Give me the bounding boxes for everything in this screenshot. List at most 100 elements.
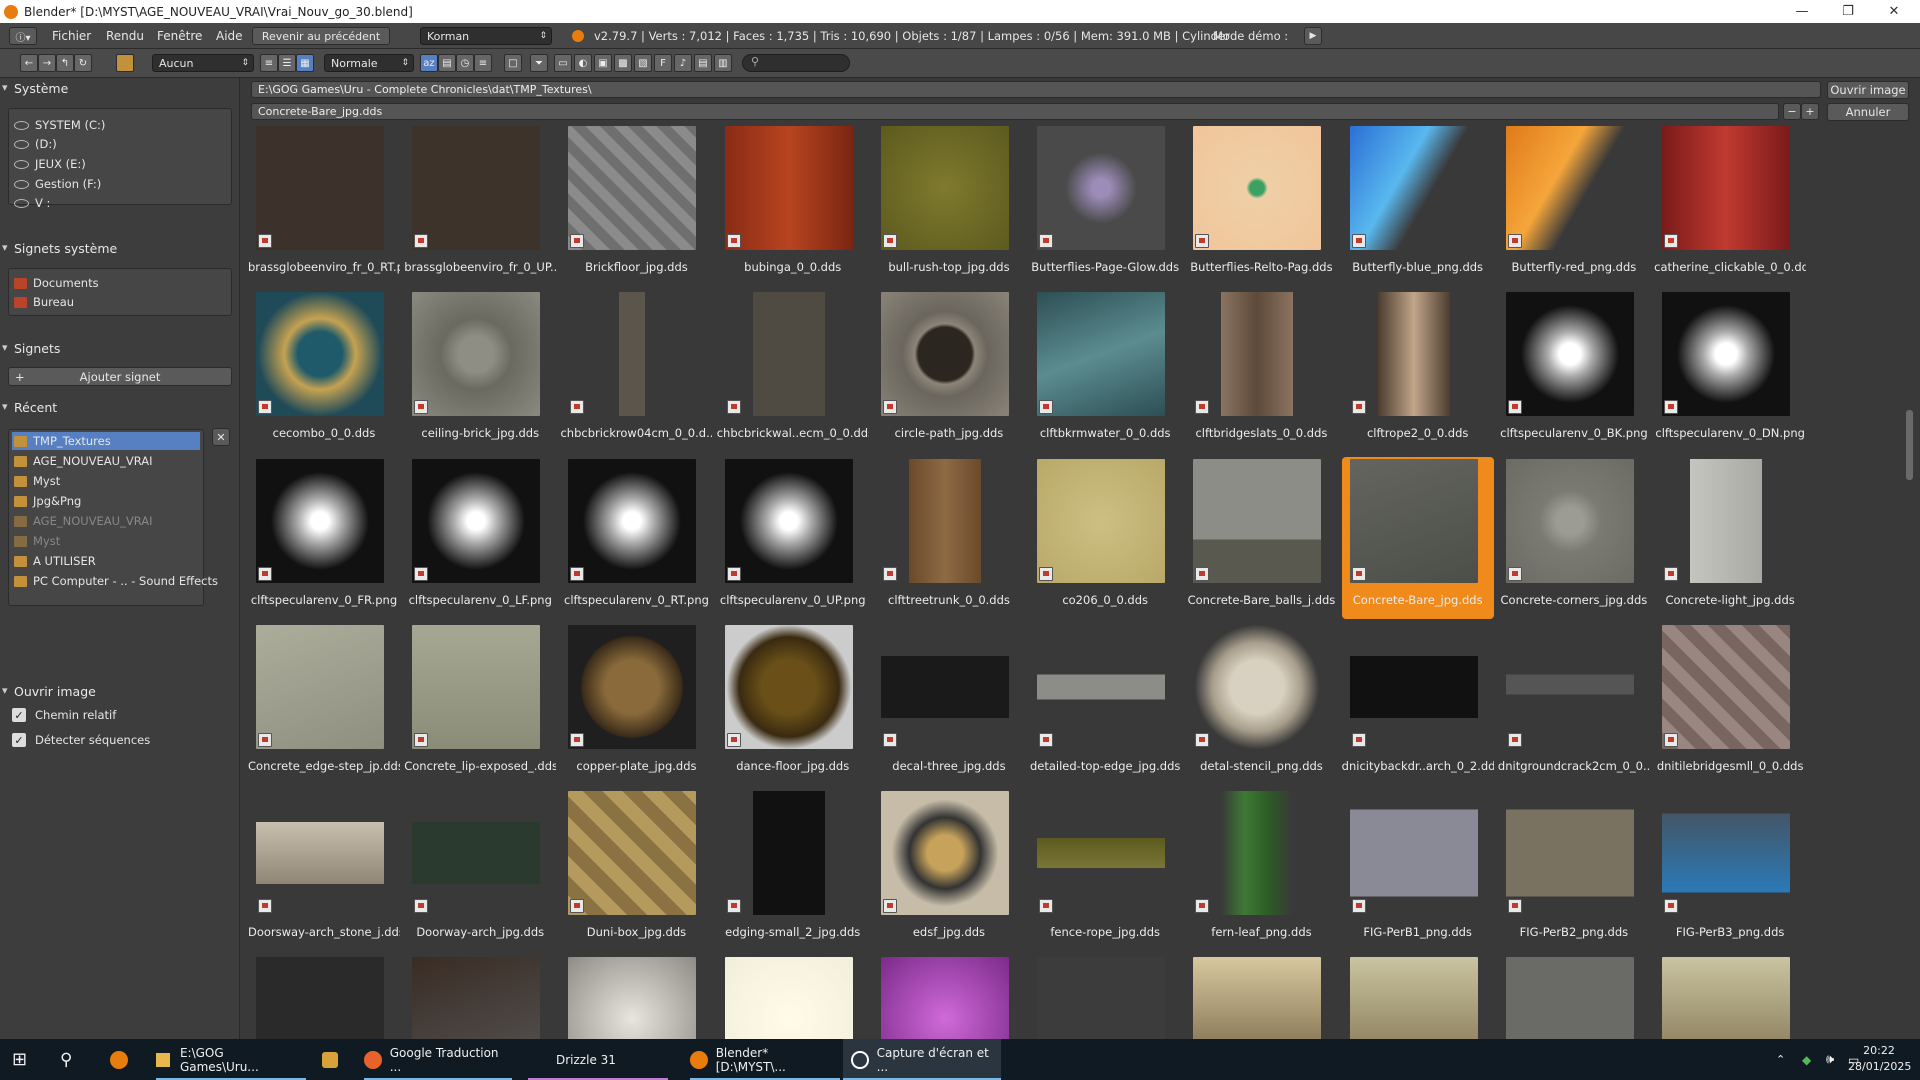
file-thumbnail[interactable]: FIG-PerB1_png.dds [1342, 789, 1494, 951]
relative-path-checkbox[interactable]: ✓ Chemin relatif [12, 706, 116, 724]
recursion-select[interactable]: Aucun ⇕ [152, 54, 254, 72]
file-thumbnail[interactable] [248, 955, 400, 1039]
grid-scrollbar[interactable] [1906, 410, 1913, 480]
file-thumbnail[interactable]: clftbridgeslats_0_0.dds [1185, 290, 1337, 452]
file-thumbnail[interactable]: clftspecularenv_0_FR.png [248, 457, 400, 619]
bookmarks-header[interactable]: Signets [2, 341, 60, 356]
cancel-button[interactable]: Annuler [1827, 103, 1909, 121]
filter-blend-icon[interactable]: ◐ [574, 54, 592, 72]
file-thumbnail[interactable]: clftspecularenv_0_LF.png [404, 457, 556, 619]
file-thumbnail[interactable]: dnitgroundcrack2cm_0_0... [1498, 623, 1650, 785]
system-panel-header[interactable]: Système [2, 81, 68, 96]
file-thumbnail[interactable]: Brickfloor_jpg.dds [560, 124, 712, 286]
volume-icon[interactable]: 🕪 [1826, 1039, 1834, 1080]
back-to-previous-button[interactable]: Revenir au précédent [252, 27, 390, 45]
recent-item[interactable]: PC Computer - .. - Sound Effects [14, 572, 218, 590]
file-thumbnail[interactable]: detailed-top-edge_jpg.dds [1029, 623, 1181, 785]
file-thumbnail[interactable]: Butterflies-Page-Glow.dds [1029, 124, 1181, 286]
forward-arrow-icon[interactable]: → [38, 54, 56, 72]
file-thumbnail[interactable]: bubinga_0_0.dds [717, 124, 869, 286]
file-thumbnail[interactable]: Doorsway-arch_stone_j.dds [248, 789, 400, 951]
file-thumbnail[interactable]: clftbkrmwater_0_0.dds [1029, 290, 1181, 452]
decrement-button[interactable]: − [1783, 103, 1801, 120]
refresh-icon[interactable]: ↻ [74, 54, 92, 72]
increment-button[interactable]: + [1801, 103, 1819, 120]
parent-dir-icon[interactable]: ↰ [56, 54, 74, 72]
file-thumbnail[interactable]: Concrete-light_jpg.dds [1654, 457, 1806, 619]
file-thumbnail[interactable] [560, 955, 712, 1039]
thumbnails-icon[interactable]: ▦ [296, 54, 314, 72]
open-image-button[interactable]: Ouvrir image [1827, 81, 1909, 99]
file-thumbnail[interactable]: dnicitybackdr..arch_0_2.dds [1342, 623, 1494, 785]
file-thumbnail[interactable] [404, 955, 556, 1039]
filter-script-icon[interactable]: ▧ [634, 54, 652, 72]
recent-item[interactable]: Myst [14, 472, 60, 490]
file-thumbnail[interactable]: Concrete_edge-step_jp.dds [248, 623, 400, 785]
file-thumbnail[interactable]: brassglobeenviro_fr_0_UP... [404, 124, 556, 286]
file-thumbnail[interactable]: Duni-box_jpg.dds [560, 789, 712, 951]
play-icon[interactable]: ▶ [1304, 27, 1322, 45]
minimize-button[interactable]: — [1779, 0, 1825, 23]
file-thumbnail[interactable]: FIG-PerB3_png.dds [1654, 789, 1806, 951]
file-thumbnail[interactable]: detal-stencil_png.dds [1185, 623, 1337, 785]
menu-rendu[interactable]: Rendu [106, 29, 144, 43]
file-thumbnail[interactable]: circle-path_jpg.dds [873, 290, 1025, 452]
taskbar-capture[interactable]: Capture d'écran et ... [843, 1039, 1001, 1080]
close-button[interactable]: ✕ [1871, 0, 1917, 23]
scene-select[interactable]: Korman ⇕ [420, 27, 552, 45]
recent-item[interactable]: Jpg&Png [14, 492, 81, 510]
file-thumbnail[interactable]: ceiling-brick_jpg.dds [404, 290, 556, 452]
search-icon[interactable]: ⚲ [60, 1039, 72, 1080]
file-thumbnail[interactable] [1654, 955, 1806, 1039]
sort-size-icon[interactable]: ≡ [474, 54, 492, 72]
hide-dot-icon[interactable]: □ [504, 54, 522, 72]
file-thumbnail[interactable]: fence-rope_jpg.dds [1029, 789, 1181, 951]
file-thumbnail[interactable] [1342, 955, 1494, 1039]
filter-text-icon[interactable]: ▤ [694, 54, 712, 72]
thumbnail-size-select[interactable]: Normale ⇕ [324, 54, 414, 72]
filter-image-icon[interactable]: ▣ [594, 54, 612, 72]
file-thumbnail[interactable]: dnitilebridgesmll_0_0.dds [1654, 623, 1806, 785]
file-thumbnail[interactable]: copper-plate_jpg.dds [560, 623, 712, 785]
file-thumbnail[interactable]: clftrope2_0_0.dds [1342, 290, 1494, 452]
filter-archive-icon[interactable]: ▥ [714, 54, 732, 72]
back-arrow-icon[interactable]: ← [20, 54, 38, 72]
recent-item[interactable]: Myst [14, 532, 60, 550]
sort-alpha-icon[interactable]: az [420, 54, 438, 72]
file-thumbnail[interactable]: catherine_clickable_0_0.dds [1654, 124, 1806, 286]
file-thumbnail[interactable]: Concrete-Bare_jpg.dds [1341, 456, 1494, 619]
tray-chevron-icon[interactable]: ⌃ [1776, 1039, 1785, 1080]
file-thumbnail[interactable]: Concrete-corners_jpg.dds [1498, 457, 1650, 619]
file-thumbnail[interactable]: Concrete_lip-exposed_.dds [404, 623, 556, 785]
taskbar-drizzle[interactable]: Drizzle 31 [528, 1039, 668, 1080]
file-thumbnail[interactable] [717, 955, 869, 1039]
filter-font-icon[interactable]: F [654, 54, 672, 72]
file-thumbnail[interactable]: FIG-PerB2_png.dds [1498, 789, 1650, 951]
file-thumbnail[interactable]: chbcbrickrow04cm_0_0.d.. [560, 290, 712, 452]
maximize-button[interactable]: ❐ [1825, 0, 1871, 23]
menu-fichier[interactable]: Fichier [52, 29, 91, 43]
menu-fenetre[interactable]: Fenêtre [157, 29, 202, 43]
windows-start-icon[interactable]: ⊞ [12, 1039, 27, 1080]
system-bookmarks-header[interactable]: Signets système [2, 241, 117, 256]
detect-sequences-checkbox[interactable]: ✓ Détecter séquences [12, 731, 150, 749]
file-thumbnail[interactable]: chbcbrickwal..ecm_0_0.dds [717, 290, 869, 452]
taskbar-explorer[interactable]: E:\GOG Games\Uru... [156, 1039, 306, 1080]
filename-field[interactable]: Concrete-Bare_jpg.dds [251, 103, 1779, 120]
file-thumbnail[interactable]: Butterfly-red_png.dds [1498, 124, 1650, 286]
recent-item[interactable]: AGE_NOUVEAU_VRAI [14, 452, 152, 470]
taskbar-blender[interactable]: Blender* [D:\MYST\... [690, 1039, 840, 1080]
security-tray-icon[interactable]: ◆ [1802, 1039, 1811, 1080]
file-thumbnail[interactable]: fern-leaf_png.dds [1185, 789, 1337, 951]
file-thumbnail[interactable]: edsf_jpg.dds [873, 789, 1025, 951]
filter-folder-icon[interactable]: ▭ [554, 54, 572, 72]
file-thumbnail[interactable]: clftspecularenv_0_UP.png [717, 457, 869, 619]
bookmark-documents[interactable]: Documents [14, 274, 99, 292]
blender-taskbar-icon[interactable] [110, 1039, 128, 1080]
recent-item[interactable]: A UTILISER [14, 552, 96, 570]
taskbar-firefox[interactable]: Google Traduction ... [364, 1039, 512, 1080]
file-thumbnail[interactable] [1185, 955, 1337, 1039]
file-thumbnail[interactable]: Butterfly-blue_png.dds [1342, 124, 1494, 286]
file-thumbnail[interactable]: clftspecularenv_0_BK.png [1498, 290, 1650, 452]
drive-f[interactable]: Gestion (F:) [14, 175, 101, 193]
